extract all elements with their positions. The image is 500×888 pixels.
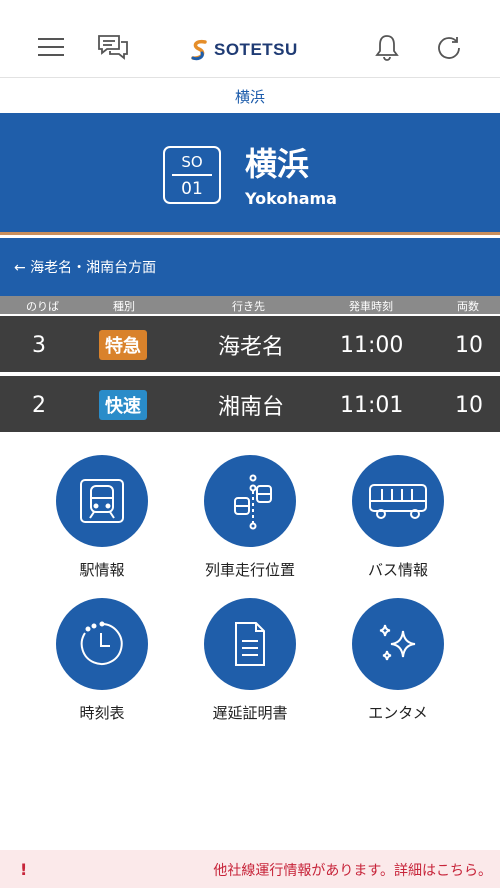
- car-count: 10: [455, 332, 483, 358]
- platform-number: 2: [32, 392, 46, 418]
- warning-icon: !: [20, 860, 27, 879]
- bell-icon[interactable]: [370, 30, 404, 64]
- station-name-ja: 横浜: [245, 145, 310, 183]
- station-number-badge: SO 01: [163, 146, 221, 204]
- destination: 湘南台: [218, 395, 285, 420]
- menu-label: 時刻表: [79, 704, 125, 722]
- menu-timetable[interactable]: 時刻表: [32, 598, 172, 723]
- bus-icon: [352, 455, 444, 547]
- departure-row[interactable]: 3 特急 海老名 11:00 10: [0, 314, 500, 372]
- station-name-en: Yokohama: [245, 189, 337, 208]
- station-train-icon: [56, 455, 148, 547]
- direction-selector[interactable]: ← 海老名・湘南台方面: [0, 238, 500, 296]
- menu-label: 列車走行位置: [204, 561, 295, 579]
- menu-station-info[interactable]: 駅情報: [32, 455, 172, 580]
- train-position-icon: [204, 455, 296, 547]
- menu-label: 遅延証明書: [212, 704, 288, 722]
- menu-train-position[interactable]: 列車走行位置: [180, 455, 320, 580]
- departure-row[interactable]: 2 快速 湘南台 11:01 10: [0, 374, 500, 432]
- station-number: 01: [181, 179, 203, 199]
- col-type: 種別: [113, 300, 135, 313]
- menu-bus-info[interactable]: バス情報: [328, 455, 468, 580]
- badge-divider: [172, 174, 212, 176]
- hamburger-menu-icon[interactable]: [34, 30, 68, 64]
- col-cars: 両数: [457, 300, 479, 313]
- brand-name: SOTETSU: [214, 40, 298, 59]
- sotetsu-logo: SOTETSU: [190, 38, 298, 62]
- col-time: 発車時刻: [349, 300, 393, 313]
- refresh-icon[interactable]: [432, 30, 466, 64]
- clock-icon: [56, 598, 148, 690]
- notice-text: 他社線運行情報があります。詳細はこちら。: [213, 863, 492, 879]
- col-destination: 行き先: [232, 300, 265, 313]
- platform-number: 3: [32, 332, 46, 358]
- train-type-badge: 特急: [99, 330, 147, 360]
- line-code: SO: [181, 153, 203, 171]
- station-tab[interactable]: 横浜: [0, 79, 500, 113]
- menu-entertainment[interactable]: エンタメ: [328, 598, 468, 723]
- app-header: SOTETSU: [0, 0, 500, 78]
- service-notice-bar[interactable]: ! 他社線運行情報があります。詳細はこちら。: [0, 850, 500, 888]
- train-type-badge: 快速: [99, 390, 147, 420]
- menu-label: 駅情報: [79, 561, 125, 579]
- destination: 海老名: [218, 335, 285, 360]
- departure-table-header: のりば 種別 行き先 発車時刻 両数: [0, 296, 500, 314]
- svg-text:!: !: [20, 860, 27, 879]
- departure-time: 11:00: [340, 332, 404, 358]
- menu-label: バス情報: [367, 561, 428, 579]
- sotetsu-mark-icon: [191, 39, 207, 61]
- sparkle-icon: [352, 598, 444, 690]
- col-platform: のりば: [26, 300, 59, 313]
- car-count: 10: [455, 392, 483, 418]
- station-banner: SO 01 横浜 Yokohama: [0, 113, 500, 235]
- menu-delay-certificate[interactable]: 遅延証明書: [180, 598, 320, 723]
- chat-icon[interactable]: [96, 30, 130, 64]
- menu-label: エンタメ: [368, 704, 428, 722]
- departure-time: 11:01: [340, 392, 404, 418]
- document-icon: [204, 598, 296, 690]
